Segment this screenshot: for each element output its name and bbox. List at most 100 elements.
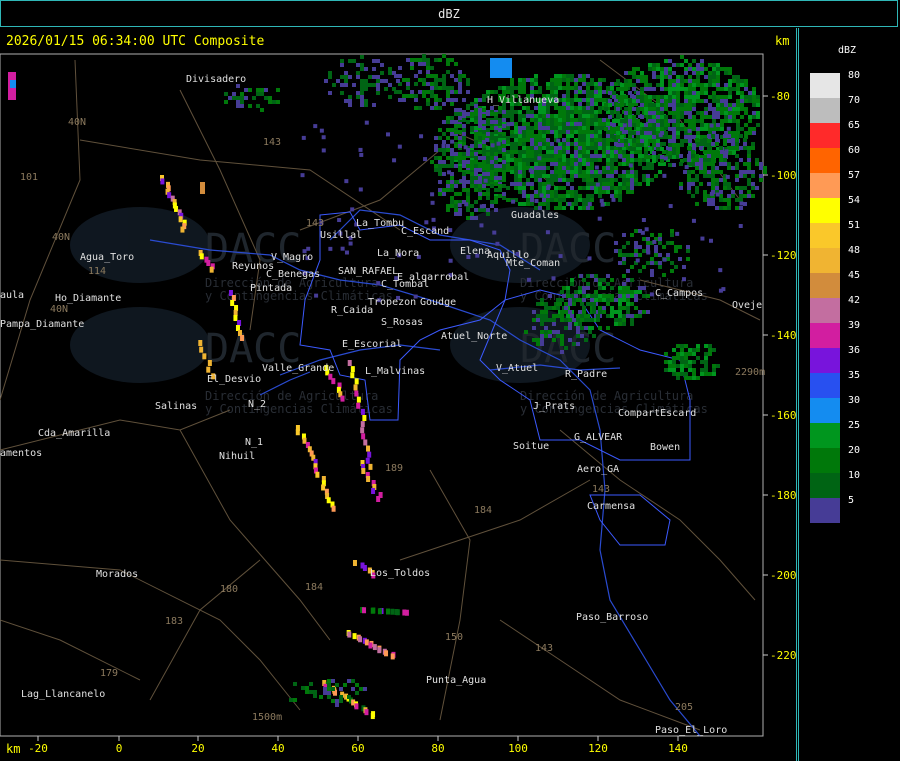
x-tick-label: 20 <box>191 742 204 755</box>
color-legend: 80 70 65 60 57 54 51 48 45 42 39 36 35 30 25 20 10 5 <box>810 70 860 523</box>
legend-value: 80 <box>848 70 860 81</box>
route-label: 101 <box>20 172 38 183</box>
x-tick-label: 120 <box>588 742 608 755</box>
place-realpadre: R_Padre <box>565 369 607 380</box>
legend-swatch <box>810 348 840 373</box>
legend-swatch <box>810 273 840 298</box>
svg-text:Dirección de Agricultura: Dirección de Agricultura <box>205 389 378 403</box>
y-tick-label: -200 <box>770 569 797 582</box>
place-lanora: La_Nora <box>377 248 419 259</box>
place-oveje: Oveje <box>732 300 762 311</box>
legend-swatch <box>810 498 840 523</box>
place-pampadiamante: Pampa_Diamante <box>0 319 84 330</box>
radar-map[interactable]: DACC DACC DACC DACC Dirección de Agricul… <box>0 0 900 761</box>
legend-swatch <box>810 148 840 173</box>
legend-value: 30 <box>848 395 860 406</box>
route-label: 143 <box>263 137 281 148</box>
place-vimagro: V_Magro <box>271 252 313 263</box>
place-hbuena: Ho_Diamante <box>55 293 121 304</box>
place-escorial: E_Escorial <box>342 339 402 350</box>
legend-swatch <box>810 298 840 323</box>
radar-echoes <box>8 54 767 720</box>
legend-value: 36 <box>848 345 860 356</box>
y-tick-label: -100 <box>770 169 797 182</box>
route-label: 184 <box>305 582 323 593</box>
place-n1: N_1 <box>245 437 263 448</box>
place-aula: aula <box>0 290 24 301</box>
legend-value: 70 <box>848 95 860 106</box>
place-soitue: Soitue <box>513 441 549 452</box>
route-label: 183 <box>165 616 183 627</box>
route-label: 143 <box>592 484 610 495</box>
x-tick-label: 0 <box>116 742 123 755</box>
place-srosas: S_Rosas <box>381 317 423 328</box>
place-guadales: Guadales <box>511 210 559 221</box>
place-benegas: C_Benegas <box>266 269 320 280</box>
place-atuelnorte: Atuel_Norte <box>441 331 507 342</box>
legend-value: 51 <box>848 220 860 231</box>
y-tick-label: -80 <box>770 90 790 103</box>
place-usillal: Usillal <box>320 230 362 241</box>
place-mtecoman: Mte_Coman <box>506 258 560 269</box>
y-tick-label: -220 <box>770 649 797 662</box>
x-tick-label: -20 <box>28 742 48 755</box>
legend-value: 39 <box>848 320 860 331</box>
route-label: 205 <box>675 702 693 713</box>
legend-swatch <box>810 73 840 98</box>
route-label: 150 <box>445 632 463 643</box>
legend-value: 60 <box>848 145 860 156</box>
place-aguatoro: Agua_Toro <box>80 252 134 263</box>
place-carmensa: Carmensa <box>587 501 635 512</box>
legend-swatch <box>810 398 840 423</box>
place-ctombal: C_Tombal <box>381 279 429 290</box>
place-vallegrande: Valle_Grande <box>262 363 334 374</box>
place-divisadero: Divisadero <box>186 74 246 85</box>
legend-swatch <box>810 373 840 398</box>
y-axis: -80 -100 -120 -140 -160 -180 -200 -220 <box>763 90 797 662</box>
place-llancanelo: Lag_Llancanelo <box>21 689 105 700</box>
route-label: 40N <box>52 232 70 243</box>
legend-value: 45 <box>848 270 860 281</box>
route-label: 114 <box>88 266 106 277</box>
x-tick-label: 60 <box>351 742 364 755</box>
place-pasoloro: Paso_El_Loro <box>655 725 727 736</box>
place-morados: Morados <box>96 569 138 580</box>
route-label: 179 <box>100 668 118 679</box>
legend-swatch <box>810 223 840 248</box>
place-galvear: G_ALVEAR <box>574 432 623 443</box>
place-aeroga: Aero_GA <box>577 464 619 475</box>
route-label: 180 <box>220 584 238 595</box>
place-cdaamarilla: Cda_Amarilla <box>38 428 110 439</box>
y-tick-label: -180 <box>770 489 797 502</box>
x-tick-label: 40 <box>271 742 284 755</box>
legend-value: 20 <box>848 445 860 456</box>
place-amentos: amentos <box>0 448 42 459</box>
place-villanueva: H_Villanueva <box>487 95 559 106</box>
legend-swatch <box>810 173 840 198</box>
place-vatuel: V_Atuel <box>496 363 538 374</box>
legend-swatch <box>810 448 840 473</box>
place-pintada: Pintada <box>250 283 292 294</box>
place-puntaagua: Punta_Agua <box>426 675 486 686</box>
legend-value: 57 <box>848 170 860 181</box>
place-desvio: El_Desvio <box>207 374 261 385</box>
x-tick-label: 80 <box>431 742 444 755</box>
x-tick-label: 100 <box>508 742 528 755</box>
legend-value: 65 <box>848 120 860 131</box>
place-tombu: La_Tombu <box>356 218 404 229</box>
route-label: 189 <box>385 463 403 474</box>
y-tick-label: -120 <box>770 249 797 262</box>
route-label: 1500m <box>252 712 282 723</box>
place-goudge: Goudge <box>420 297 456 308</box>
legend-value: 35 <box>848 370 860 381</box>
place-sanrafael: SAN_RAFAEL <box>338 266 398 277</box>
place-pasobarroso: Paso_Barroso <box>576 612 648 623</box>
legend-swatch <box>810 198 840 223</box>
legend-swatch <box>810 473 840 498</box>
place-nihuil: Nihuil <box>219 451 255 462</box>
legend-value: 25 <box>848 420 860 431</box>
route-label: 40N <box>68 117 86 128</box>
legend-value: 5 <box>848 495 854 506</box>
legend-value: 42 <box>848 295 860 306</box>
route-label: 2290m <box>735 367 765 378</box>
